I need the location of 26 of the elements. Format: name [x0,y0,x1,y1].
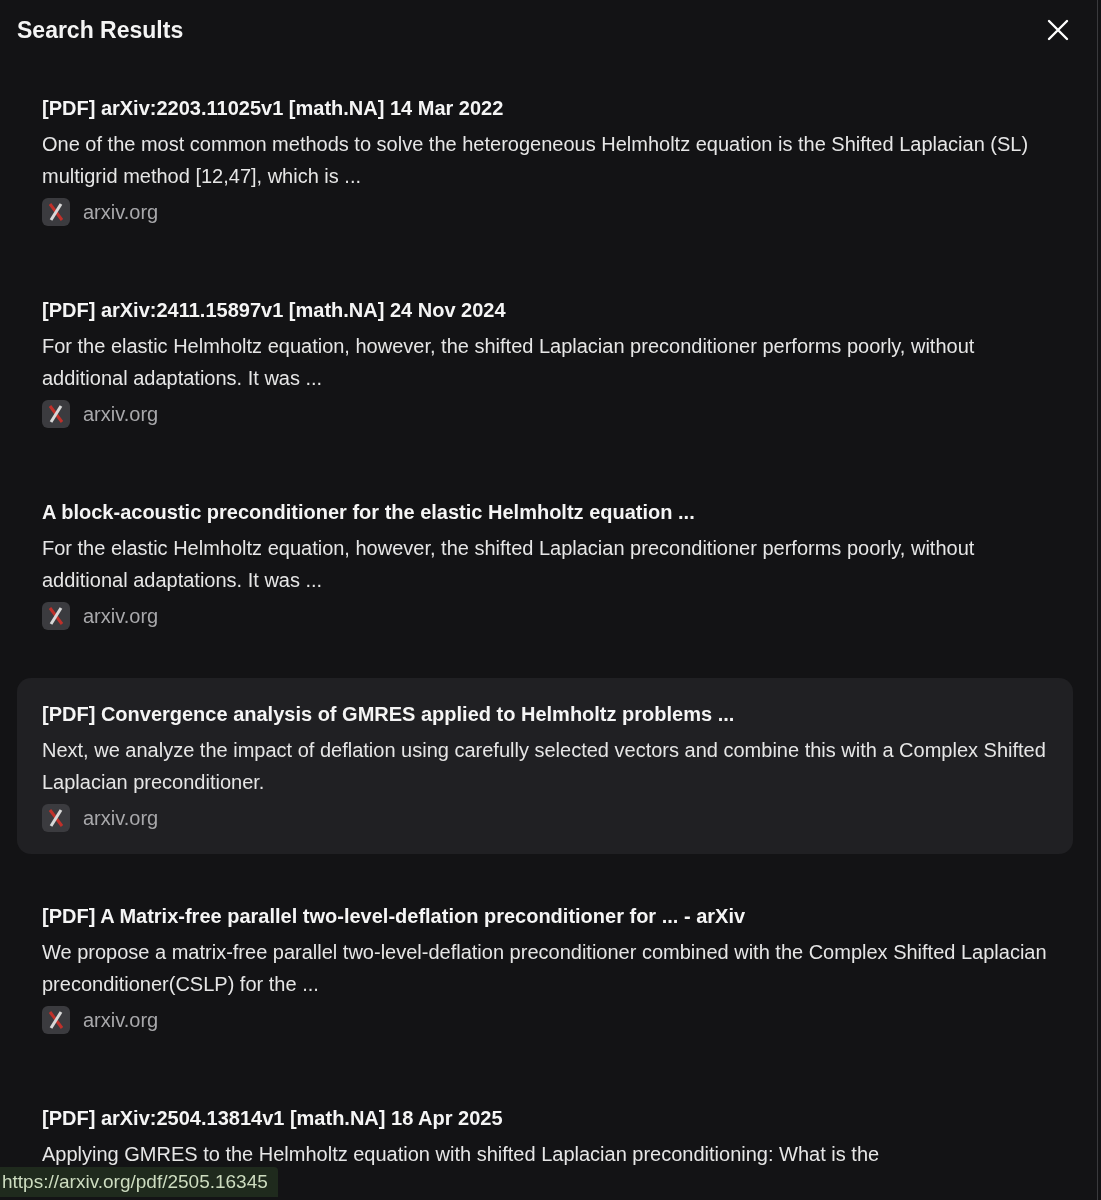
result-snippet: For the elastic Helmholtz equation, however, the shifted Laplacian preconditioner performs poorly, without additional adaptations. It was ... [42,334,976,391]
result-title[interactable]: A block-acoustic preconditioner for the elastic Helmholtz equation ... [42,498,1048,526]
site-logo-icon [42,400,70,428]
result-snippet: One of the most common methods to solve the heterogeneous Helmholtz equation is the Shifted Laplacian (SL) multigrid method [12,47], which is ... [42,132,1030,189]
result-snippet: For the elastic Helmholtz equation, however, the shifted Laplacian preconditioner performs poorly, without additional adaptations. It was ... [42,536,976,593]
site-logo-icon [42,602,70,630]
source-domain: arxiv.org [83,806,159,830]
source-domain: arxiv.org [83,604,159,628]
panel-title: Search Results [17,16,184,44]
source-domain: arxiv.org [83,1008,159,1032]
result-title[interactable]: [PDF] arXiv:2411.15897v1 [math.NA] 24 Nov 2024 [42,296,1048,324]
site-logo-icon [42,198,70,226]
result-title[interactable]: [PDF] arXiv:2504.13814v1 [math.NA] 18 Apr 2025 [42,1104,1048,1132]
result-title[interactable]: [PDF] Convergence analysis of GMRES applied to Helmholtz problems ... [42,700,1048,728]
site-logo-icon [42,804,70,832]
result-snippet: Next, we analyze the impact of deflation using carefully selected vectors and combine this with a Complex Shifted Laplacian preconditioner. [42,738,1047,795]
close-icon [1047,19,1069,41]
source-domain: arxiv.org [83,200,159,224]
site-logo-icon [42,1006,70,1034]
result-title[interactable]: [PDF] arXiv:2203.11025v1 [math.NA] 14 Mar 2022 [42,94,1048,122]
result-title[interactable]: [PDF] A Matrix-free parallel two-level-deflation preconditioner for ... - arXiv [42,902,1048,930]
result-snippet: Applying GMRES to the Helmholtz equation with shifted Laplacian preconditioning: What is the [42,1142,881,1167]
link-status-bar: https://arxiv.org/pdf/2505.16345 [0,1167,278,1197]
source-domain: arxiv.org [83,402,159,426]
result-snippet: We propose a matrix-free parallel two-level-deflation preconditioner combined with the Complex Shifted Laplacian preconditioner(CSLP) for the ... [42,940,1048,997]
result-card[interactable] [17,678,1073,854]
